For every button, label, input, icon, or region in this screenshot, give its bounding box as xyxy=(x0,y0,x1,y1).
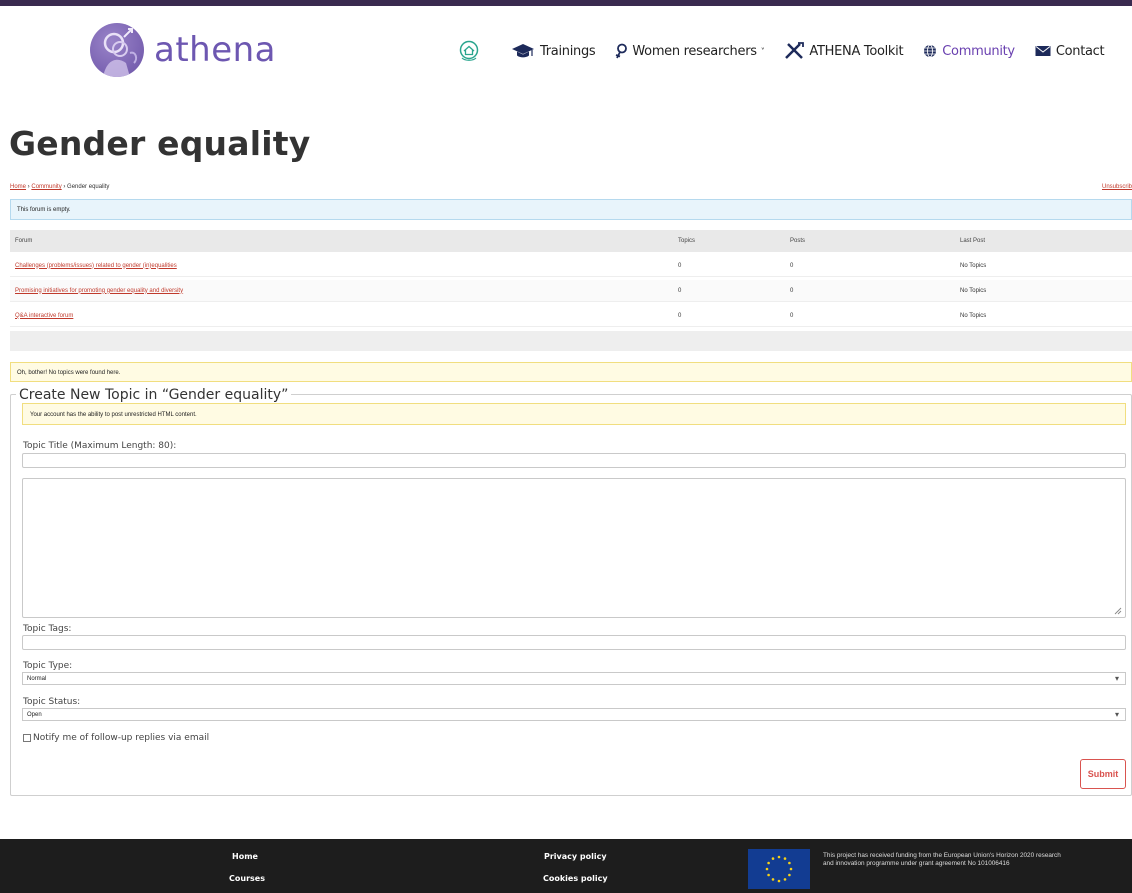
tools-icon xyxy=(784,42,805,60)
nav-contact[interactable]: Contact xyxy=(1035,43,1105,59)
new-topic-form: Create New Topic in “Gender equality” Yo… xyxy=(10,387,1132,796)
breadcrumb: Home › Community › Gender equality xyxy=(10,184,109,190)
forum-link[interactable]: Q&A interactive forum xyxy=(15,313,73,319)
home-icon xyxy=(458,40,480,62)
topic-status-select[interactable]: Open ▾ xyxy=(22,708,1126,721)
breadcrumb-home[interactable]: Home xyxy=(10,184,26,190)
eu-funding-text: This project has received funding from t… xyxy=(823,852,1061,868)
topic-tags-label: Topic Tags: xyxy=(23,624,72,634)
topic-content-textarea[interactable] xyxy=(22,478,1126,618)
breadcrumb-community[interactable]: Community xyxy=(31,184,61,190)
nav-community[interactable]: Community xyxy=(923,44,1015,59)
table-header: Forum Topics Posts Last Post xyxy=(10,230,1132,252)
resize-handle-icon[interactable] xyxy=(1113,606,1122,615)
last-post: No Topics xyxy=(960,312,987,319)
posts-count: 0 xyxy=(790,262,794,269)
eu-flag-icon xyxy=(748,849,810,889)
nav-home[interactable] xyxy=(458,40,485,62)
html-permission-notice: Your account has the ability to post unr… xyxy=(22,403,1126,425)
nav-athena-toolkit-label: ATHENA Toolkit xyxy=(809,43,904,59)
topics-count: 0 xyxy=(678,262,682,269)
forum-table: Forum Topics Posts Last Post Challenges … xyxy=(10,230,1132,351)
nav-trainings-label: Trainings xyxy=(540,43,596,59)
graduation-cap-icon xyxy=(511,43,535,59)
nav-athena-toolkit[interactable]: ATHENA Toolkit xyxy=(784,42,904,60)
nav-trainings[interactable]: Trainings xyxy=(511,43,596,59)
footer-link-cookies-policy[interactable]: Cookies policy xyxy=(543,874,608,883)
table-body: Challenges (problems/issues) related to … xyxy=(10,255,1132,327)
column-header-posts: Posts xyxy=(790,238,806,244)
topic-tags-input[interactable] xyxy=(22,635,1126,650)
table-footer xyxy=(10,331,1132,351)
submit-button[interactable]: Submit xyxy=(1080,759,1126,789)
breadcrumb-current: Gender equality xyxy=(67,184,110,190)
site-footer: Home Courses Privacy policy Cookies poli… xyxy=(0,839,1132,893)
top-border xyxy=(0,0,1132,6)
column-header-topics: Topics xyxy=(678,238,696,244)
athena-logo-icon xyxy=(90,23,144,77)
notify-label: Notify me of follow-up replies via email xyxy=(33,733,210,743)
footer-link-privacy-policy[interactable]: Privacy policy xyxy=(544,852,607,861)
no-topics-notice: Oh, bother! No topics were found here. xyxy=(10,362,1132,382)
table-row: Challenges (problems/issues) related to … xyxy=(10,255,1132,277)
topic-type-label: Topic Type: xyxy=(23,661,73,671)
topic-status-value: Open xyxy=(27,712,42,718)
last-post: No Topics xyxy=(960,262,987,269)
notify-option: Notify me of follow-up replies via email xyxy=(23,733,209,743)
topic-type-select[interactable]: Normal ▾ xyxy=(22,672,1126,685)
topic-title-label: Topic Title (Maximum Length: 80): xyxy=(23,441,177,451)
table-row: Q&A interactive forum 0 0 No Topics xyxy=(10,305,1132,327)
envelope-icon xyxy=(1035,45,1051,57)
nav-contact-label: Contact xyxy=(1055,43,1105,59)
site-logo[interactable]: athena xyxy=(90,23,277,77)
posts-count: 0 xyxy=(790,287,794,294)
last-post: No Topics xyxy=(960,287,987,294)
chevron-down-icon: ▾ xyxy=(1114,710,1119,719)
globe-icon xyxy=(923,44,937,58)
new-topic-legend: Create New Topic in “Gender equality” xyxy=(16,387,292,403)
table-row: Promising initiatives for promoting gend… xyxy=(10,280,1132,302)
forum-empty-notice: This forum is empty. xyxy=(10,199,1132,220)
nav-women-researchers[interactable]: Women researchers ˅ xyxy=(615,43,765,59)
nav-women-researchers-label: Women researchers xyxy=(632,43,757,59)
forum-link[interactable]: Challenges (problems/issues) related to … xyxy=(15,263,177,269)
footer-link-home[interactable]: Home xyxy=(232,852,258,861)
logo-text: athena xyxy=(154,30,277,70)
column-header-last-post: Last Post xyxy=(960,238,986,244)
notify-checkbox[interactable] xyxy=(23,734,31,742)
nav-community-label: Community xyxy=(942,43,1015,59)
unsubscribe-link[interactable]: Unsubscrib xyxy=(1102,184,1132,190)
forum-link[interactable]: Promising initiatives for promoting gend… xyxy=(15,288,183,294)
footer-link-courses[interactable]: Courses xyxy=(229,874,265,883)
main-nav: Trainings Women researchers ˅ ATHENA Too… xyxy=(458,38,1124,64)
chevron-down-icon: ▾ xyxy=(1114,674,1119,683)
chevron-down-icon: ˅ xyxy=(760,46,765,56)
female-symbol-icon xyxy=(615,43,628,59)
topic-status-label: Topic Status: xyxy=(23,697,81,707)
page-title: Gender equality xyxy=(9,124,311,163)
column-header-forum: Forum xyxy=(15,238,33,244)
topics-count: 0 xyxy=(678,287,682,294)
topic-type-value: Normal xyxy=(27,676,47,682)
topics-count: 0 xyxy=(678,312,682,319)
posts-count: 0 xyxy=(790,312,794,319)
topic-title-input[interactable] xyxy=(22,453,1126,468)
